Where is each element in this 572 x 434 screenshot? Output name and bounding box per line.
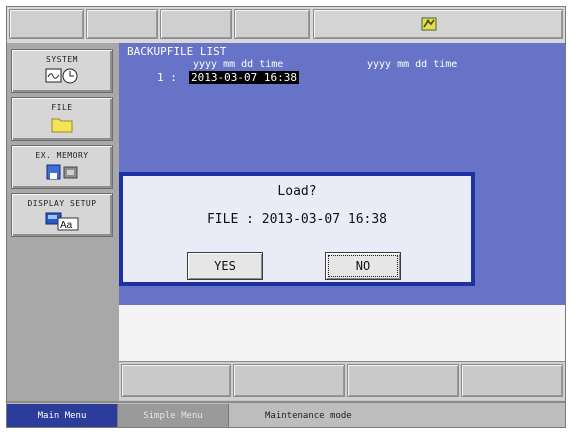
load-confirm-dialog: Load? FILE : 2013-03-07 16:38 YES NO <box>119 172 475 286</box>
yes-button[interactable]: YES <box>187 252 263 280</box>
function-key-2[interactable] <box>233 364 345 397</box>
ex-memory-menu-label: EX. MEMORY <box>35 151 89 160</box>
memory-card-icon <box>46 164 78 180</box>
ex-memory-menu-button[interactable]: EX. MEMORY <box>11 145 113 189</box>
file-menu-button[interactable]: FILE <box>11 97 113 141</box>
system-menu-button[interactable]: SYSTEM <box>11 49 113 93</box>
function-key-1[interactable] <box>121 364 231 397</box>
svg-text:Aa: Aa <box>60 220 73 231</box>
dialog-title: Load? <box>277 184 317 199</box>
column-header-2: yyyy mm dd time <box>367 59 458 70</box>
display-setup-menu-label: DISPLAY SETUP <box>27 199 97 208</box>
folder-icon <box>51 118 73 133</box>
dialog-message: FILE : 2013-03-07 16:38 <box>206 212 387 227</box>
function-key-3[interactable] <box>347 364 459 397</box>
left-menu: SYSTEM FILE EX. MEMORY DISPLAY SETUP Aa <box>7 43 119 401</box>
top-tab-4[interactable] <box>234 9 310 39</box>
display-setup-menu-button[interactable]: DISPLAY SETUP Aa <box>11 193 113 237</box>
simple-menu-button[interactable]: Simple Menu <box>117 404 229 427</box>
display-setup-icon: Aa <box>45 212 79 231</box>
mode-status-text: Maintenance mode <box>265 411 352 421</box>
column-header-1: yyyy mm dd time <box>193 59 284 70</box>
no-button[interactable]: NO <box>325 252 401 280</box>
file-menu-label: FILE <box>51 103 73 112</box>
backup-row-value[interactable]: 2013-03-07 16:38 <box>189 71 299 84</box>
panel-lower-band <box>119 305 565 361</box>
main-menu-button[interactable]: Main Menu <box>7 404 117 427</box>
backup-row-index: 1 : <box>157 71 177 84</box>
teach-pendant-screen: SYSTEM FILE EX. MEMORY DISPLAY SETUP Aa … <box>6 6 566 428</box>
top-tab-bar <box>7 7 565 45</box>
panel-title: BACKUPFILE LIST <box>127 45 227 58</box>
top-tab-3[interactable] <box>160 9 232 39</box>
top-tab-2[interactable] <box>86 9 158 39</box>
status-tab <box>313 9 563 39</box>
robot-status-icon <box>421 17 437 31</box>
system-menu-label: SYSTEM <box>46 55 78 64</box>
top-tab-1[interactable] <box>9 9 84 39</box>
bottom-status-bar: Main Menu Simple Menu Maintenance mode <box>7 401 565 427</box>
function-key-4[interactable] <box>461 364 563 397</box>
function-key-row <box>119 361 565 400</box>
system-icon <box>45 68 78 84</box>
